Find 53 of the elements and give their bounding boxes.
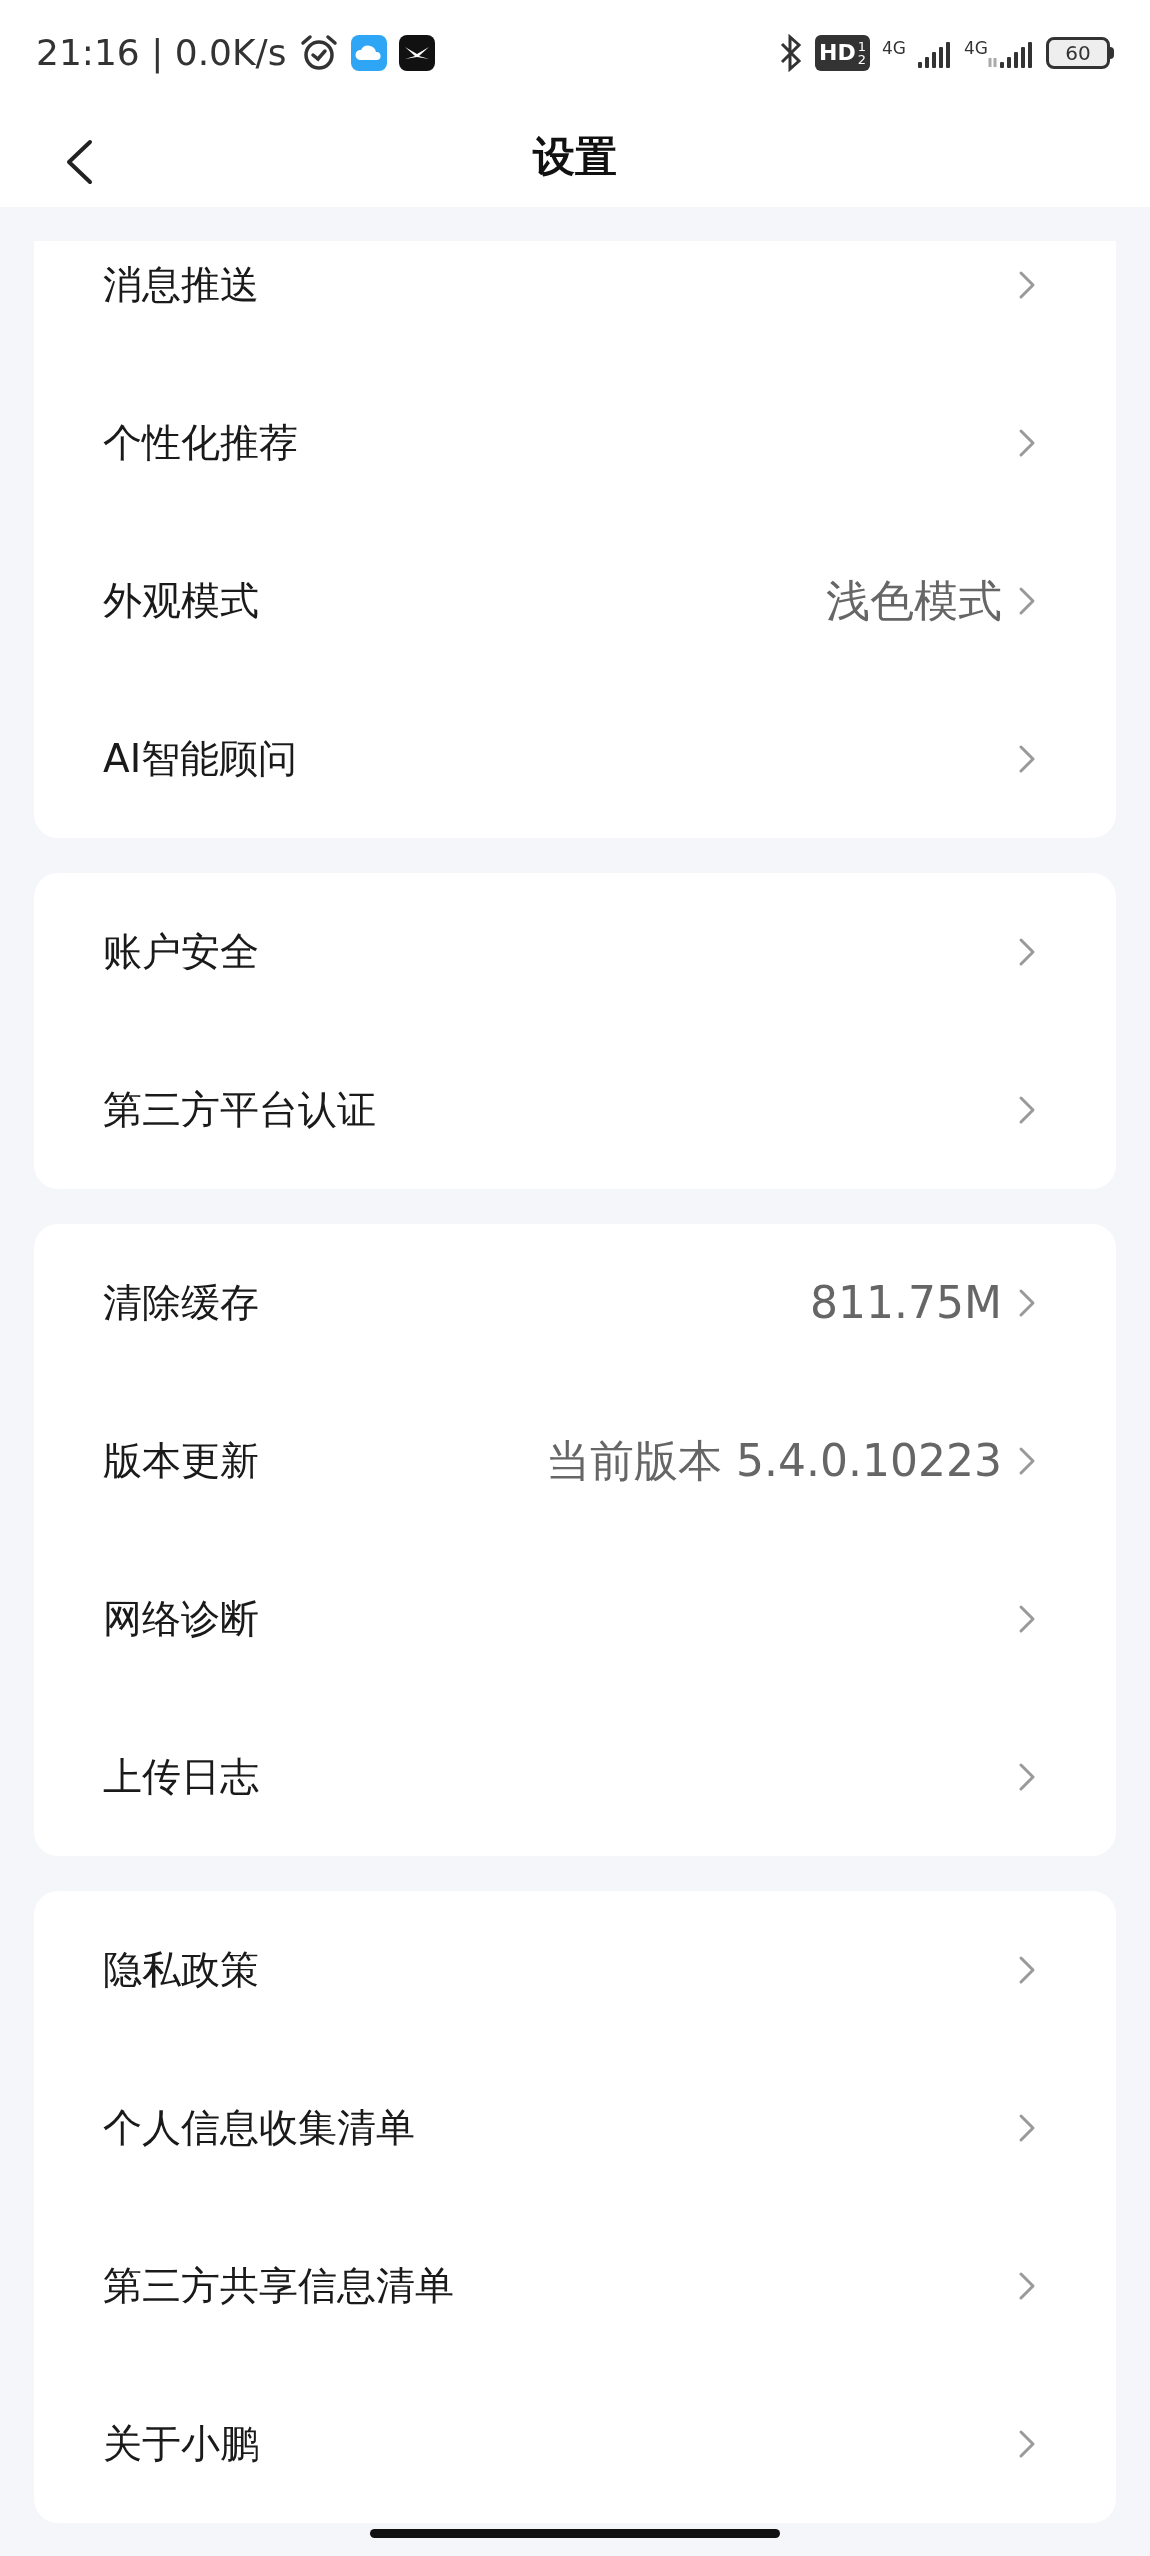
row-label: AI智能顾问 <box>103 734 299 783</box>
settings-row[interactable]: 个性化推荐 <box>34 364 1116 522</box>
chevron-right-icon <box>1018 428 1036 458</box>
row-value: 811.75M <box>810 1276 1002 1330</box>
chevron-right-icon <box>1018 1955 1036 1985</box>
settings-row[interactable]: 第三方平台认证 <box>34 1031 1116 1189</box>
settings-row[interactable]: 网络诊断 <box>34 1540 1116 1698</box>
row-label: 个性化推荐 <box>103 418 299 467</box>
chevron-right-icon <box>1018 2271 1036 2301</box>
chevron-right-icon <box>1018 1288 1036 1318</box>
page-title: 设置 <box>533 130 617 183</box>
row-label: 版本更新 <box>103 1436 260 1485</box>
row-label: 关于小鹏 <box>103 2419 260 2468</box>
network-label: 4G <box>964 39 988 57</box>
row-label: 第三方平台认证 <box>103 1085 377 1134</box>
row-label: 隐私政策 <box>103 1945 260 1994</box>
row-value: 浅色模式 <box>826 574 1002 628</box>
bluetooth-icon <box>779 33 804 72</box>
row-label: 网络诊断 <box>103 1594 260 1643</box>
row-label: 上传日志 <box>103 1752 260 1801</box>
settings-row[interactable]: 清除缓存 811.75M <box>34 1224 1116 1382</box>
settings-row[interactable]: 版本更新 当前版本 5.4.0.10223 <box>34 1382 1116 1540</box>
chevron-right-icon <box>1018 1446 1036 1476</box>
row-label: 清除缓存 <box>103 1278 260 1327</box>
settings-row[interactable]: 关于小鹏 <box>34 2365 1116 2523</box>
chevron-right-icon <box>1018 2429 1036 2459</box>
row-label: 个人信息收集清单 <box>103 2103 416 2152</box>
chevron-right-icon <box>1018 744 1036 774</box>
chevron-right-icon <box>1018 270 1036 300</box>
alarm-clock-icon <box>298 32 339 73</box>
row-label: 消息推送 <box>103 260 260 309</box>
chevron-right-icon <box>1018 586 1036 616</box>
row-label: 第三方共享信息清单 <box>103 2261 455 2310</box>
cloud-app-icon <box>350 34 387 71</box>
chevron-right-icon <box>1018 2113 1036 2143</box>
settings-row[interactable]: 消息推送 <box>34 241 1116 364</box>
settings-row[interactable]: 第三方共享信息清单 <box>34 2207 1116 2365</box>
app-logo-icon <box>398 34 435 71</box>
settings-row[interactable]: 账户安全 <box>34 873 1116 1031</box>
row-label: 外观模式 <box>103 576 260 625</box>
chevron-right-icon <box>1018 937 1036 967</box>
settings-row[interactable]: 个人信息收集清单 <box>34 2049 1116 2207</box>
settings-row[interactable]: 隐私政策 <box>34 1891 1116 2049</box>
chevron-right-icon <box>1018 1604 1036 1634</box>
settings-row[interactable]: AI智能顾问 <box>34 680 1116 838</box>
status-time: 21:16 | 0.0K/s <box>36 30 287 76</box>
row-label: 账户安全 <box>103 927 260 976</box>
settings-row[interactable]: 外观模式 浅色模式 <box>34 522 1116 680</box>
chevron-right-icon <box>1018 1095 1036 1125</box>
row-value: 当前版本 5.4.0.10223 <box>546 1434 1002 1488</box>
chevron-right-icon <box>1018 1762 1036 1792</box>
network-label: 4G <box>882 39 906 57</box>
settings-row[interactable]: 上传日志 <box>34 1698 1116 1856</box>
